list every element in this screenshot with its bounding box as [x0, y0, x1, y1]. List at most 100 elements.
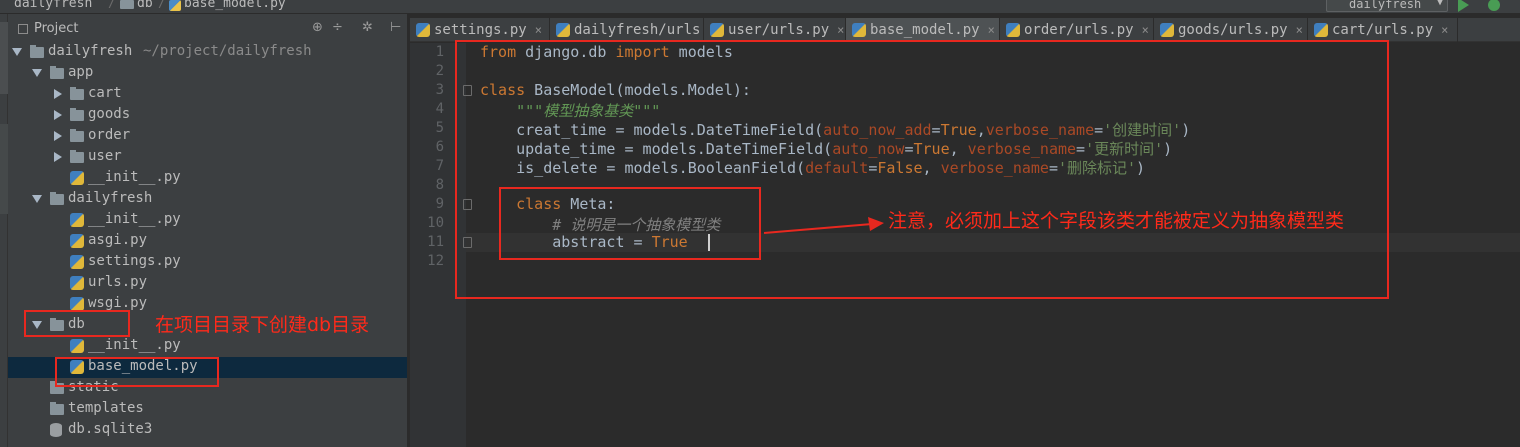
tree-item-label: __init__.py: [88, 169, 181, 185]
gear-icon[interactable]: ✲: [362, 20, 373, 35]
close-icon[interactable]: ×: [1142, 23, 1149, 37]
python-file-icon: [70, 339, 84, 353]
collapse-arrow-icon[interactable]: [54, 89, 62, 99]
python-file-icon: [1314, 23, 1328, 37]
tree-item[interactable]: db.sqlite3: [8, 420, 407, 441]
breadcrumb-db[interactable]: db: [137, 0, 153, 11]
tree-item[interactable]: app: [8, 63, 407, 84]
tree-item[interactable]: templates: [8, 399, 407, 420]
folder-icon: [70, 108, 84, 121]
breadcrumb-file[interactable]: base_model.py: [184, 0, 286, 11]
python-file-icon: [70, 297, 84, 311]
project-icon: [18, 24, 28, 34]
tree-item[interactable]: __init__.py: [8, 336, 407, 357]
tree-item-label: order: [88, 127, 131, 143]
breadcrumb-separator: /: [108, 0, 116, 11]
tree-item-label: wsgi.py: [88, 295, 148, 311]
python-file-icon: [1160, 23, 1174, 37]
python-file-icon: [710, 23, 724, 37]
tree-item-label: db.sqlite3: [68, 421, 153, 437]
run-config-dropdown[interactable]: dailyfresh ▼: [1326, 0, 1448, 12]
python-file-icon: [556, 23, 570, 37]
tree-item[interactable]: __init__.py: [8, 210, 407, 231]
fold-icon[interactable]: [463, 199, 472, 210]
close-icon[interactable]: ×: [988, 23, 995, 37]
editor-tab-label: goods/urls.py: [1178, 22, 1288, 38]
collapse-arrow-icon[interactable]: [54, 131, 62, 141]
editor-tab[interactable]: settings.py ×: [410, 18, 550, 42]
folder-icon: [50, 192, 64, 205]
line-number: 9: [435, 196, 444, 212]
tree-item-label: asgi.py: [88, 232, 148, 248]
editor-tab[interactable]: order/urls.py ×: [1000, 18, 1154, 42]
tree-item-label: dailyfresh: [48, 43, 133, 59]
structure-tool-tab[interactable]: [0, 124, 8, 214]
tree-item-label: dailyfresh: [68, 190, 153, 206]
expand-arrow-icon[interactable]: [32, 69, 42, 77]
fold-icon[interactable]: [463, 237, 472, 248]
tree-item-label: app: [68, 64, 94, 80]
tree-item[interactable]: urls.py: [8, 273, 407, 294]
close-icon[interactable]: ×: [535, 23, 542, 37]
collapse-arrow-icon[interactable]: [54, 152, 62, 162]
run-icon[interactable]: [1458, 0, 1469, 12]
editor-tab-label: cart/urls.py: [1332, 22, 1434, 38]
tree-item-path-hint: ~/project/dailyfresh: [143, 43, 312, 59]
tree-item[interactable]: asgi.py: [8, 231, 407, 252]
breadcrumb-separator: /: [158, 0, 166, 11]
fold-icon[interactable]: [463, 85, 472, 96]
line-number: 3: [435, 82, 444, 98]
meta-highlight-box: [499, 187, 761, 260]
line-number: 5: [435, 120, 444, 136]
python-file-icon: [70, 171, 84, 185]
tree-item[interactable]: settings.py: [8, 252, 407, 273]
editor-tab[interactable]: cart/urls.py ×: [1308, 18, 1458, 42]
collapse-arrow-icon[interactable]: [54, 110, 62, 120]
debug-icon[interactable]: [1488, 0, 1500, 11]
tree-item[interactable]: __init__.py: [8, 168, 407, 189]
python-file-icon: [852, 23, 866, 37]
python-file-icon: [70, 234, 84, 248]
tree-item[interactable]: goods: [8, 105, 407, 126]
db-annotation: 在项目目录下创建db目录: [155, 314, 370, 336]
python-file-icon: [416, 23, 430, 37]
line-number: 8: [435, 177, 444, 193]
close-icon[interactable]: ×: [837, 23, 844, 37]
database-icon: [50, 423, 62, 437]
tree-item[interactable]: user: [8, 147, 407, 168]
expand-arrow-icon[interactable]: [32, 195, 42, 203]
locate-icon[interactable]: ⊕: [312, 20, 323, 35]
base-model-highlight-box: [55, 357, 219, 387]
line-number: 12: [427, 253, 444, 269]
collapse-icon[interactable]: ÷: [332, 20, 343, 35]
editor-tab[interactable]: user/urls.py ×: [704, 18, 846, 42]
editor-tab[interactable]: dailyfresh/urls.py×: [550, 18, 704, 42]
editor-tabs: settings.py×dailyfresh/urls.py×user/urls…: [410, 18, 1520, 42]
hide-icon[interactable]: ⊢: [390, 20, 401, 35]
breadcrumb-project[interactable]: dailyfresh: [14, 0, 92, 11]
tree-item-label: settings.py: [88, 253, 181, 269]
close-icon[interactable]: ×: [1296, 23, 1303, 37]
tree-item[interactable]: order: [8, 126, 407, 147]
db-folder-highlight-box: [24, 310, 130, 337]
project-panel-header: Project ⊕ ÷ ✲ ⊢: [8, 18, 407, 42]
line-number: 2: [435, 63, 444, 79]
expand-arrow-icon[interactable]: [12, 48, 22, 56]
editor-tab-label: settings.py: [434, 22, 527, 38]
tree-item-label: cart: [88, 85, 122, 101]
annotation-arrow: [763, 217, 884, 234]
tree-item-label: user: [88, 148, 122, 164]
project-tool-tab[interactable]: [0, 22, 8, 94]
close-icon[interactable]: ×: [1441, 23, 1448, 37]
tree-item-label: goods: [88, 106, 131, 122]
editor-tab-label: base_model.py: [870, 22, 980, 38]
line-number: 4: [435, 101, 444, 117]
editor-tab[interactable]: goods/urls.py ×: [1154, 18, 1308, 42]
tree-item[interactable]: cart: [8, 84, 407, 105]
project-panel-title[interactable]: Project: [34, 21, 78, 36]
tree-item[interactable]: dailyfresh: [8, 189, 407, 210]
tree-item-label: __init__.py: [88, 211, 181, 227]
tree-item[interactable]: dailyfresh ~/project/dailyfresh: [8, 42, 407, 63]
editor-tab[interactable]: base_model.py ×: [846, 18, 1000, 42]
editor-tab-label: user/urls.py: [728, 22, 830, 38]
